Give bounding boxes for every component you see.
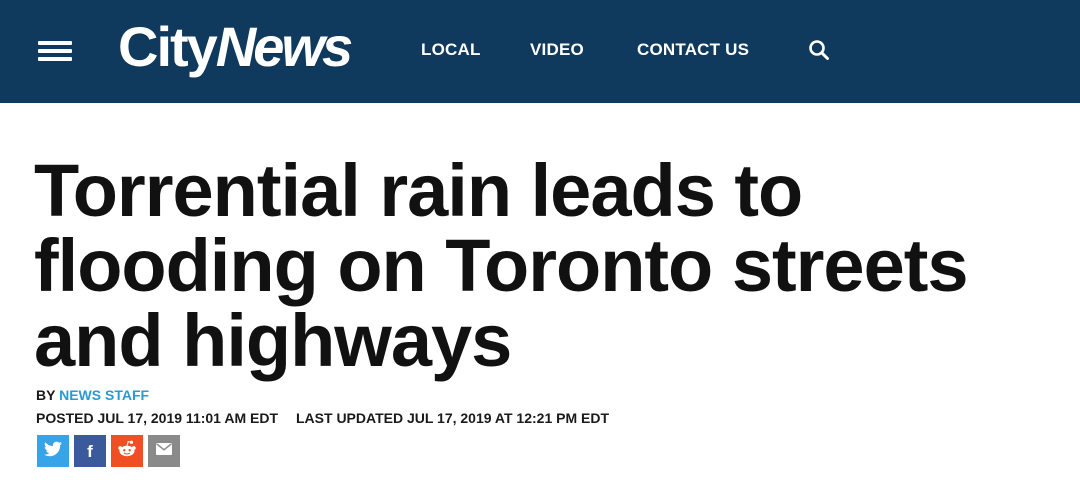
byline: BY NEWS STAFF: [36, 386, 149, 404]
last-updated-date: LAST UPDATED JUL 17, 2019 AT 12:21 PM ED…: [296, 410, 610, 426]
logo-news-text: News: [215, 15, 353, 78]
facebook-share-button[interactable]: f: [74, 435, 106, 467]
email-icon: [156, 442, 172, 460]
posted-date: POSTED JUL 17, 2019 11:01 AM EDT: [36, 410, 278, 426]
twitter-share-button[interactable]: [37, 435, 69, 467]
author-link[interactable]: NEWS STAFF: [59, 387, 149, 403]
top-navigation-bar: CityNews LOCAL VIDEO CONTACT US: [0, 0, 1080, 103]
email-share-button[interactable]: [148, 435, 180, 467]
facebook-icon: f: [87, 441, 93, 461]
nav-link-video[interactable]: VIDEO: [530, 38, 584, 62]
logo-city-text: City: [118, 15, 218, 78]
reddit-share-button[interactable]: [111, 435, 143, 467]
search-icon[interactable]: [808, 39, 830, 61]
twitter-icon: [44, 441, 62, 462]
article-dates: POSTED JUL 17, 2019 11:01 AM EDT LAST UPD…: [36, 409, 609, 427]
hamburger-menu-icon[interactable]: [38, 41, 72, 61]
reddit-icon: [117, 440, 137, 463]
byline-prefix: BY: [36, 387, 56, 403]
citynews-logo[interactable]: CityNews: [118, 12, 353, 82]
nav-link-local[interactable]: LOCAL: [421, 38, 481, 62]
article-headline: Torrential rain leads to flooding on Tor…: [34, 149, 969, 382]
nav-link-contact-us[interactable]: CONTACT US: [637, 38, 749, 62]
